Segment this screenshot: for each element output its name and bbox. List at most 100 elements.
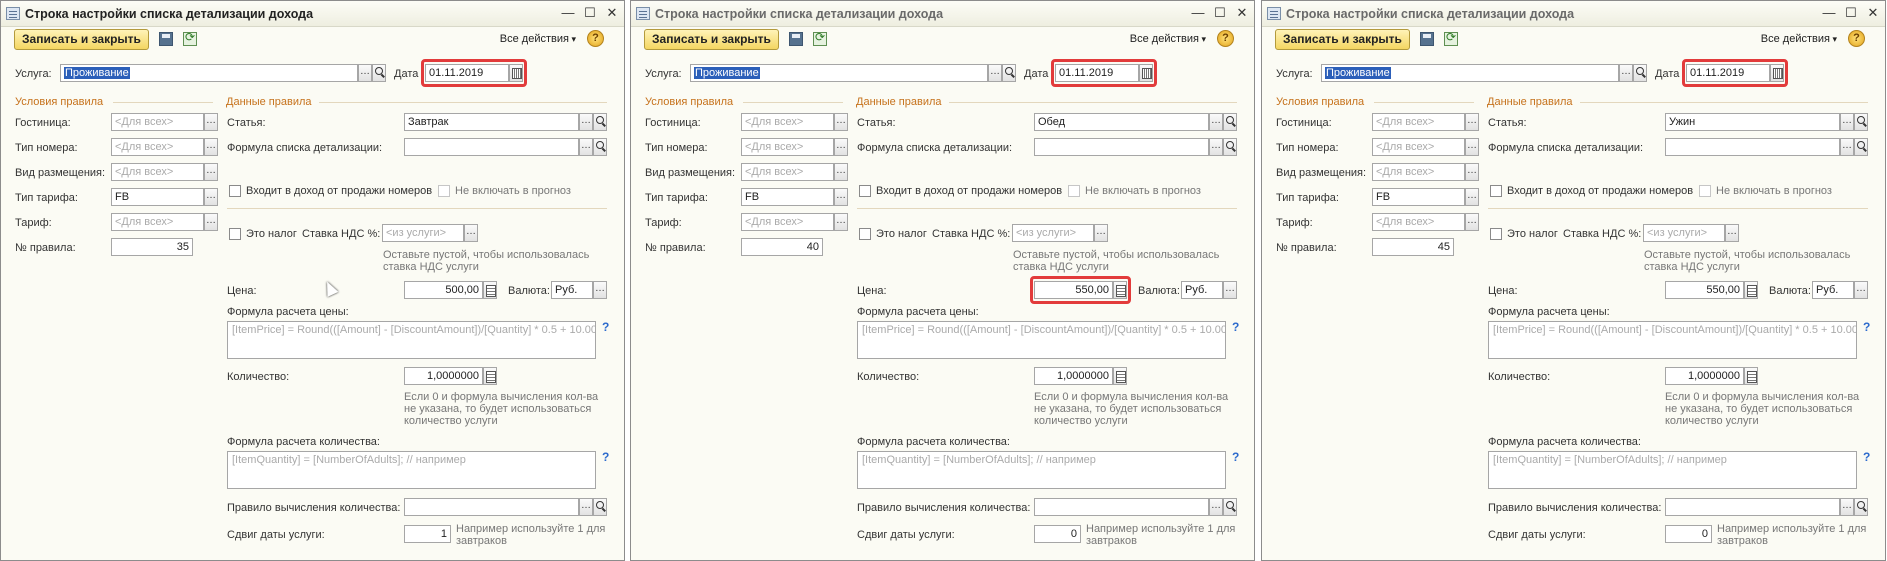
income-checkbox[interactable] bbox=[1490, 185, 1502, 197]
save-icon[interactable] bbox=[159, 32, 173, 46]
currency-field[interactable]: Руб. bbox=[551, 281, 593, 299]
vat-field[interactable]: <из услуги> bbox=[382, 224, 464, 242]
search-icon[interactable] bbox=[1854, 498, 1868, 516]
room-type-field[interactable]: <Для всех> bbox=[741, 138, 834, 156]
all-actions-menu[interactable]: Все действия bbox=[1130, 33, 1206, 45]
maximize-icon[interactable]: ☐ bbox=[1843, 4, 1859, 22]
select-button-icon[interactable]: … bbox=[1094, 224, 1108, 242]
select-button-icon[interactable]: … bbox=[1619, 64, 1633, 82]
search-icon[interactable] bbox=[593, 113, 607, 131]
select-button-icon[interactable]: … bbox=[1725, 224, 1739, 242]
save-and-close-button[interactable]: Записать и закрыть bbox=[14, 29, 149, 50]
price-formula-field[interactable]: [ItemPrice] = Round(([Amount] - [Discoun… bbox=[1488, 321, 1857, 359]
article-field[interactable]: Ужин bbox=[1665, 113, 1840, 131]
select-button-icon[interactable]: … bbox=[834, 138, 848, 156]
rate-type-field[interactable]: FB bbox=[741, 188, 834, 206]
title-bar[interactable]: Строка настройки списка детализации дохо… bbox=[1262, 1, 1885, 27]
select-button-icon[interactable]: … bbox=[1223, 281, 1237, 299]
question-icon[interactable]: ? bbox=[602, 450, 609, 464]
select-button-icon[interactable]: … bbox=[1854, 281, 1868, 299]
minimize-icon[interactable]: — bbox=[1190, 4, 1206, 22]
search-icon[interactable] bbox=[593, 498, 607, 516]
search-icon[interactable] bbox=[372, 64, 386, 82]
date-field[interactable]: 01.11.2019 bbox=[425, 64, 509, 82]
quantity-formula-field[interactable]: [ItemQuantity] = [NumberOfAdults]; // на… bbox=[1488, 451, 1857, 489]
refresh-icon[interactable] bbox=[1444, 30, 1458, 46]
search-icon[interactable] bbox=[1854, 113, 1868, 131]
hotel-field[interactable]: <Для всех> bbox=[111, 113, 204, 131]
service-field[interactable]: Проживание bbox=[1321, 64, 1619, 82]
select-button-icon[interactable]: … bbox=[1465, 188, 1479, 206]
formula-list-field[interactable] bbox=[1034, 138, 1209, 156]
select-button-icon[interactable]: … bbox=[1465, 163, 1479, 181]
quantity-field[interactable]: 1,0000000 bbox=[1034, 367, 1113, 385]
select-button-icon[interactable]: … bbox=[1465, 213, 1479, 231]
minimize-icon[interactable]: — bbox=[1821, 4, 1837, 22]
quantity-formula-field[interactable]: [ItemQuantity] = [NumberOfAdults]; // на… bbox=[857, 451, 1226, 489]
select-button-icon[interactable]: … bbox=[204, 113, 218, 131]
price-formula-field[interactable]: [ItemPrice] = Round(([Amount] - [Discoun… bbox=[857, 321, 1226, 359]
select-button-icon[interactable]: … bbox=[579, 138, 593, 156]
minimize-icon[interactable]: — bbox=[560, 4, 576, 22]
select-button-icon[interactable]: … bbox=[1209, 138, 1223, 156]
vat-field[interactable]: <из услуги> bbox=[1643, 224, 1725, 242]
all-actions-menu[interactable]: Все действия bbox=[1761, 33, 1837, 45]
price-field[interactable]: 550,00 bbox=[1034, 281, 1113, 299]
rate-field[interactable]: <Для всех> bbox=[1372, 213, 1465, 231]
calculator-icon[interactable] bbox=[483, 281, 497, 299]
select-button-icon[interactable]: … bbox=[579, 113, 593, 131]
hotel-field[interactable]: <Для всех> bbox=[1372, 113, 1465, 131]
select-button-icon[interactable]: … bbox=[988, 64, 1002, 82]
date-shift-field[interactable]: 1 bbox=[404, 525, 451, 543]
vat-field[interactable]: <из услуги> bbox=[1012, 224, 1094, 242]
forecast-checkbox[interactable] bbox=[1068, 185, 1080, 197]
select-button-icon[interactable]: … bbox=[593, 281, 607, 299]
room-type-field[interactable]: <Для всех> bbox=[1372, 138, 1465, 156]
calculator-icon[interactable] bbox=[1744, 367, 1758, 385]
calculator-icon[interactable] bbox=[1113, 281, 1127, 299]
date-shift-field[interactable]: 0 bbox=[1034, 525, 1081, 543]
select-button-icon[interactable]: … bbox=[834, 113, 848, 131]
all-actions-menu[interactable]: Все действия bbox=[500, 33, 576, 45]
search-icon[interactable] bbox=[1854, 138, 1868, 156]
quantity-rule-field[interactable] bbox=[1665, 498, 1840, 516]
calendar-icon[interactable] bbox=[1770, 64, 1784, 82]
close-icon[interactable]: ✕ bbox=[604, 4, 620, 22]
price-field[interactable]: 550,00 bbox=[1665, 281, 1744, 299]
select-button-icon[interactable]: … bbox=[204, 188, 218, 206]
forecast-checkbox[interactable] bbox=[438, 185, 450, 197]
formula-list-field[interactable] bbox=[1665, 138, 1840, 156]
rule-number-field[interactable]: 35 bbox=[111, 238, 193, 256]
select-button-icon[interactable]: … bbox=[204, 213, 218, 231]
room-type-field[interactable]: <Для всех> bbox=[111, 138, 204, 156]
date-field[interactable]: 01.11.2019 bbox=[1055, 64, 1139, 82]
close-icon[interactable]: ✕ bbox=[1234, 4, 1250, 22]
search-icon[interactable] bbox=[1223, 498, 1237, 516]
maximize-icon[interactable]: ☐ bbox=[1212, 4, 1228, 22]
accommodation-field[interactable]: <Для всех> bbox=[1372, 163, 1465, 181]
search-icon[interactable] bbox=[1223, 113, 1237, 131]
calculator-icon[interactable] bbox=[483, 367, 497, 385]
tax-checkbox[interactable] bbox=[229, 228, 241, 240]
refresh-icon[interactable] bbox=[813, 30, 827, 46]
rate-type-field[interactable]: FB bbox=[1372, 188, 1465, 206]
help-icon[interactable]: ? bbox=[587, 30, 604, 47]
select-button-icon[interactable]: … bbox=[1465, 113, 1479, 131]
price-field[interactable]: 500,00 bbox=[404, 281, 483, 299]
help-icon[interactable]: ? bbox=[1848, 30, 1865, 47]
close-icon[interactable]: ✕ bbox=[1865, 4, 1881, 22]
quantity-rule-field[interactable] bbox=[404, 498, 579, 516]
rule-number-field[interactable]: 40 bbox=[741, 238, 823, 256]
accommodation-field[interactable]: <Для всех> bbox=[111, 163, 204, 181]
search-icon[interactable] bbox=[1223, 138, 1237, 156]
select-button-icon[interactable]: … bbox=[204, 163, 218, 181]
title-bar[interactable]: Строка настройки списка детализации дохо… bbox=[1, 1, 624, 27]
tax-checkbox[interactable] bbox=[859, 228, 871, 240]
refresh-icon[interactable] bbox=[183, 30, 197, 46]
tax-checkbox[interactable] bbox=[1490, 228, 1502, 240]
title-bar[interactable]: Строка настройки списка детализации дохо… bbox=[631, 1, 1254, 27]
question-icon[interactable]: ? bbox=[1232, 450, 1239, 464]
help-icon[interactable]: ? bbox=[1217, 30, 1234, 47]
calendar-icon[interactable] bbox=[1139, 64, 1153, 82]
income-checkbox[interactable] bbox=[229, 185, 241, 197]
